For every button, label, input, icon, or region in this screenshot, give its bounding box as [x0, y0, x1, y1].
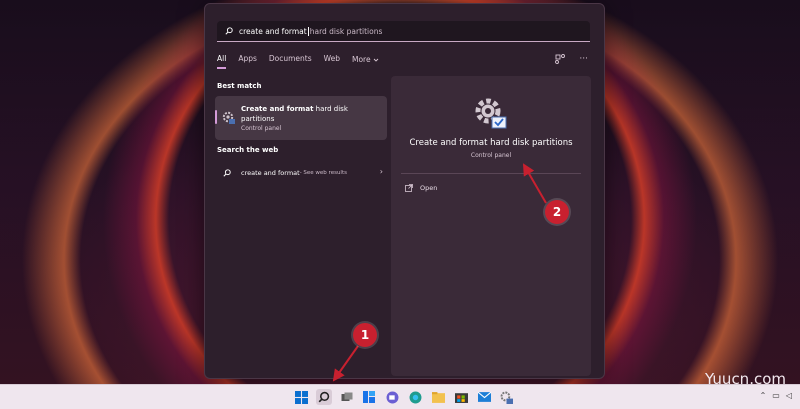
system-tray: ⌃ ▭ ◁	[760, 391, 792, 400]
open-label: Open	[420, 184, 438, 192]
web-result[interactable]: create and format - See web results ›	[217, 166, 383, 180]
search-query: create and format	[239, 26, 307, 36]
web-query: create and format	[241, 169, 300, 177]
best-match-heading: Best match	[217, 82, 262, 90]
settings-gear-icon	[222, 111, 235, 124]
step-marker-1: 1	[353, 323, 377, 347]
start-icon[interactable]	[293, 389, 309, 405]
web-heading: Search the web	[217, 146, 279, 154]
chat-icon[interactable]	[384, 389, 400, 405]
header-actions: ···	[555, 54, 588, 64]
file-explorer-icon[interactable]	[430, 389, 446, 405]
volume-icon[interactable]: ◁	[786, 391, 792, 400]
more-options-icon[interactable]: ···	[579, 54, 588, 64]
tab-more-label: More	[352, 55, 371, 64]
tab-all[interactable]: All	[217, 54, 227, 69]
divider	[401, 173, 581, 174]
chevron-up-icon[interactable]: ⌃	[760, 391, 767, 400]
chevron-right-icon: ›	[379, 167, 383, 176]
network-icon[interactable]: ▭	[772, 391, 780, 400]
open-external-icon	[405, 184, 413, 192]
share-icon[interactable]	[555, 54, 566, 64]
taskbar-search-icon[interactable]	[316, 389, 332, 405]
store-icon[interactable]	[453, 389, 469, 405]
watermark: Yuucn.com	[704, 370, 786, 388]
search-icon	[223, 169, 231, 177]
mail-icon[interactable]	[476, 389, 492, 405]
result-detail-pane: Create and format hard disk partitions C…	[391, 76, 591, 376]
search-panel: create and format hard disk partitions A…	[204, 3, 605, 379]
tab-more[interactable]: More	[352, 54, 379, 69]
best-match-title-bold: Create and format	[241, 105, 314, 113]
best-match-title: Create and format hard disk partitions	[241, 104, 381, 124]
selection-indicator	[215, 110, 217, 124]
text-caret	[307, 26, 309, 36]
open-action[interactable]: Open	[405, 184, 437, 192]
tab-web[interactable]: Web	[324, 54, 340, 69]
filter-tabs: All Apps Documents Web More	[217, 54, 391, 69]
detail-title: Create and format hard disk partitions	[409, 138, 573, 148]
web-suffix: - See web results	[299, 170, 347, 176]
detail-subtitle: Control panel	[470, 152, 512, 159]
tab-documents[interactable]: Documents	[269, 54, 312, 69]
search-input[interactable]: create and format hard disk partitions	[217, 21, 590, 42]
chevron-down-icon	[373, 58, 378, 62]
search-suggestion: hard disk partitions	[309, 26, 383, 36]
best-match-result[interactable]: Create and format hard disk partitions C…	[215, 96, 387, 140]
tab-apps[interactable]: Apps	[238, 54, 257, 69]
task-view-icon[interactable]	[339, 389, 355, 405]
settings-gear-icon	[475, 98, 507, 129]
control-panel-icon[interactable]	[498, 389, 514, 405]
widgets-icon[interactable]	[361, 389, 377, 405]
step-marker-2: 2	[545, 200, 569, 224]
taskbar: ⌃ ▭ ◁	[0, 384, 800, 409]
search-icon	[225, 27, 233, 35]
edge-browser-icon[interactable]	[407, 389, 423, 405]
best-match-subtitle: Control panel	[241, 125, 282, 132]
